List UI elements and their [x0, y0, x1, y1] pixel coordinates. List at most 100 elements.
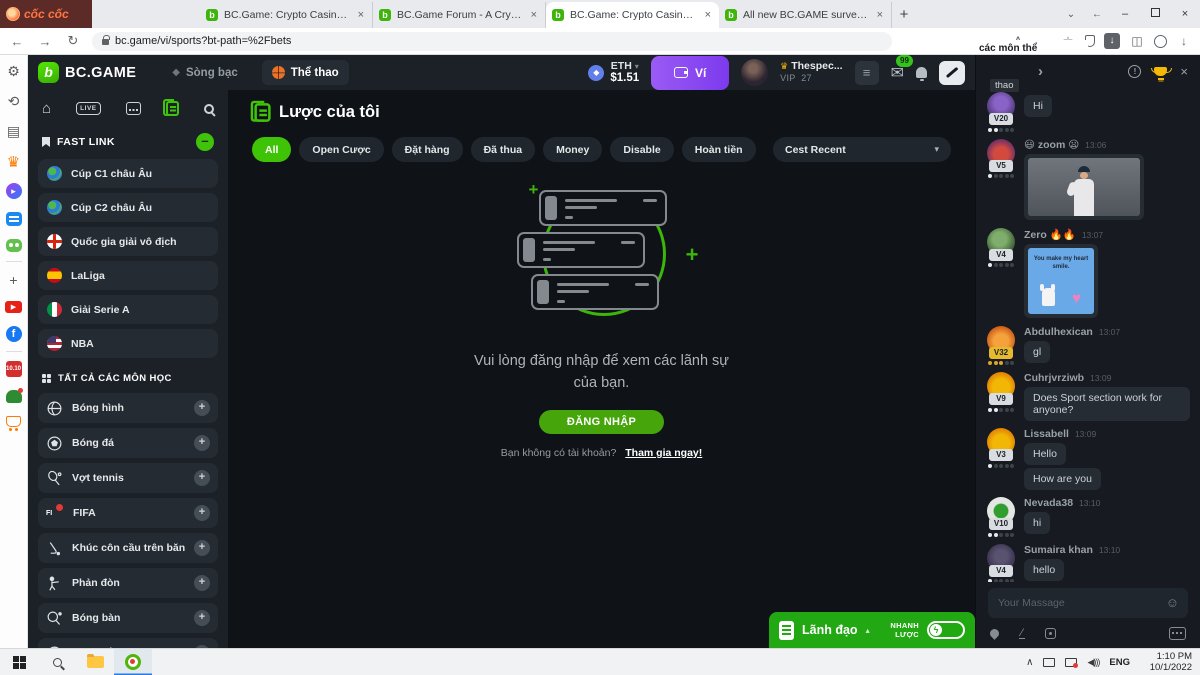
expand-plus-button[interactable]: + — [194, 540, 210, 556]
expand-plus-button[interactable]: + — [194, 575, 210, 591]
sport-table-tennis[interactable]: Bóng bàn + — [38, 603, 218, 633]
bcgame-logo-text[interactable]: BC.GAME — [65, 65, 136, 81]
newsfeed-icon[interactable]: ▤ — [5, 123, 22, 140]
gif-picker-icon[interactable] — [1169, 627, 1186, 640]
filter-lost[interactable]: Đã thua — [471, 137, 536, 162]
browser-tab-1[interactable]: b BC.Game: Crypto Casino Gam × — [200, 2, 373, 28]
back-button[interactable]: ← — [8, 34, 26, 49]
address-bar[interactable]: bc.game/vi/sports?bt-path=%2Fbets — [92, 32, 892, 51]
search-icon[interactable] — [204, 104, 214, 114]
minimize-button[interactable]: – — [1110, 8, 1140, 20]
file-explorer-button[interactable] — [76, 649, 114, 675]
taskbar-clock[interactable]: 1:10 PM 10/1/2022 — [1140, 651, 1192, 674]
nav-sports[interactable]: Thể thao — [262, 60, 349, 85]
chat-rules-icon[interactable]: ! — [1128, 65, 1141, 78]
downloads-tray-icon[interactable]: ↓ — [1176, 34, 1192, 48]
browser-tab-2[interactable]: b BC.Game Forum - A Cryptoc × — [373, 2, 546, 28]
language-indicator[interactable]: ENG — [1109, 657, 1130, 668]
tab-search-icon[interactable]: ⌄ — [1058, 9, 1084, 20]
login-button[interactable]: ĐĂNG NHẬP — [539, 410, 664, 434]
tab-close-icon[interactable]: × — [356, 9, 366, 21]
profile-icon[interactable] — [1154, 35, 1167, 48]
rain-tip-icon[interactable] — [988, 627, 1001, 640]
tab-close-icon[interactable]: × — [875, 9, 885, 21]
crown-rewards-icon[interactable]: ♛ — [5, 153, 22, 170]
filter-refund[interactable]: Hoàn tiền — [682, 137, 756, 162]
nav-casino[interactable]: ◆ Sòng bạc — [162, 60, 247, 85]
sport-fifa[interactable]: FI FIFA + — [38, 498, 218, 528]
extensions-icon[interactable]: ◫ — [1129, 34, 1145, 48]
filter-money[interactable]: Money — [543, 137, 602, 162]
expand-plus-button[interactable]: + — [194, 435, 210, 451]
chat-message-input[interactable] — [988, 588, 1188, 618]
sport-ice-hockey[interactable]: Khúc côn cầu trên băng + — [38, 533, 218, 563]
vip-menu-icon[interactable]: ≡ — [855, 61, 879, 85]
history-icon[interactable]: ⟲ — [5, 93, 22, 110]
expand-plus-button[interactable]: + — [194, 645, 210, 648]
expand-plus-button[interactable]: + — [194, 505, 210, 521]
browser-tab-4[interactable]: b All new BC.GAME survey & fe × — [719, 2, 892, 28]
shopping-cart-icon[interactable] — [6, 416, 21, 427]
fastlink-cup-c1[interactable]: Cúp C1 châu Âu — [38, 159, 218, 188]
shopee-hat-icon[interactable] — [6, 390, 22, 403]
expand-plus-button[interactable]: + — [194, 400, 210, 416]
facebook-icon[interactable]: f — [6, 326, 22, 342]
expand-plus-button[interactable]: + — [194, 610, 210, 626]
home-icon[interactable]: ⌂ — [42, 100, 51, 117]
fastlink-seriea[interactable]: Giải Serie A — [38, 295, 218, 324]
sport-tennis[interactable]: Vợt tennis + — [38, 463, 218, 493]
currency-selector[interactable]: ◆ ETH ▾ $1.51 — [588, 60, 639, 85]
close-chat-icon[interactable]: × — [1180, 64, 1188, 79]
bcgame-logo-icon[interactable]: b — [38, 62, 59, 83]
collapse-button[interactable]: – — [196, 133, 214, 151]
sport-soccer[interactable]: Bóng đá + — [38, 428, 218, 458]
recording-icon[interactable] — [1065, 658, 1077, 667]
expand-plus-button[interactable]: + — [194, 470, 210, 486]
trophy-icon[interactable] — [1154, 67, 1167, 76]
user-info[interactable]: ♛Thespec... VIP 27 — [780, 60, 842, 84]
dice-icon[interactable] — [1045, 628, 1056, 639]
wallet-button[interactable]: Ví — [651, 56, 729, 90]
sport-basketball[interactable]: Bóng hình + — [38, 393, 218, 423]
tray-expand-icon[interactable]: ∧ — [1026, 657, 1033, 668]
notifications-bell-icon[interactable] — [916, 67, 927, 78]
fastlink-laliga[interactable]: LaLiga — [38, 261, 218, 290]
reload-button[interactable]: ↻ — [64, 33, 82, 49]
chat-toggle-icon[interactable] — [939, 61, 965, 85]
inbox-button[interactable]: ✉ 99 — [891, 63, 904, 83]
live-icon[interactable]: LIVE — [76, 102, 100, 115]
games-icon[interactable] — [6, 239, 22, 252]
filter-open[interactable]: Open Cược — [299, 137, 383, 162]
network-icon[interactable] — [1043, 658, 1055, 667]
add-shortcut-icon[interactable]: + — [5, 271, 22, 288]
my-bets-icon[interactable] — [166, 101, 179, 116]
taskbar-search-button[interactable] — [38, 649, 76, 675]
close-window-button[interactable]: × — [1170, 8, 1200, 20]
speaker-icon[interactable]: ◀))) — [1087, 657, 1099, 668]
start-button[interactable] — [0, 649, 38, 675]
settings-gear-icon[interactable]: ⚙ — [5, 63, 22, 80]
fastlink-nba[interactable]: NBA — [38, 329, 218, 358]
tab-close-icon[interactable]: × — [529, 9, 539, 21]
quick-bet-toggle[interactable]: ϟ — [927, 621, 965, 639]
tab-restore-icon[interactable]: ← — [1084, 9, 1110, 20]
filter-ordered[interactable]: Đặt hàng — [392, 137, 463, 162]
collapse-chat-icon[interactable]: › — [1038, 63, 1043, 80]
zalo-icon[interactable] — [6, 212, 22, 226]
user-avatar[interactable] — [741, 59, 768, 86]
signup-link[interactable]: Tham gia ngay! — [625, 447, 702, 459]
sale-1010-icon[interactable]: 10.10 — [6, 361, 22, 377]
maximize-button[interactable] — [1140, 8, 1170, 20]
coccoc-brand[interactable]: cốc cốc — [0, 0, 92, 28]
fastlink-championship[interactable]: Quốc gia giải vô địch — [38, 227, 218, 256]
sport-volleyball[interactable]: Bóng rổ + — [38, 638, 218, 648]
new-tab-button[interactable]: + — [892, 2, 916, 28]
leaderboard-bar[interactable]: Lãnh đạo ▴ NHANH LƯỢC ϟ — [769, 612, 975, 648]
filter-disable[interactable]: Disable — [610, 137, 673, 162]
fastlink-cup-c2[interactable]: Cúp C2 châu Âu — [38, 193, 218, 222]
messenger-icon[interactable]: ▸ — [6, 183, 22, 199]
filter-all[interactable]: All — [252, 137, 291, 162]
emoji-picker-icon[interactable]: ☺ — [1166, 595, 1179, 610]
sort-dropdown[interactable]: Cest Recent ▾ — [773, 137, 951, 162]
download-manager-icon[interactable]: ↓ — [1104, 33, 1120, 49]
